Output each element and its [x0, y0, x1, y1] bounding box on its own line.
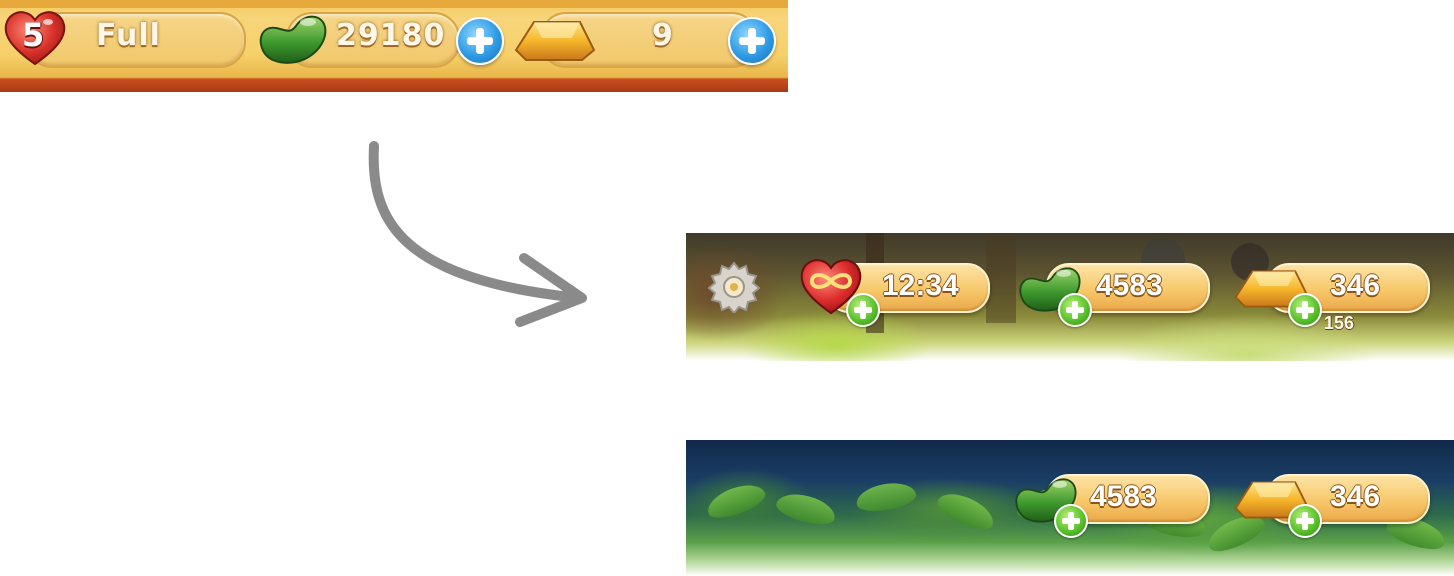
curved-arrow-icon — [360, 140, 600, 340]
background-leaf — [854, 478, 918, 516]
gold-amount: 346 — [1330, 269, 1381, 302]
add-gold-button[interactable] — [728, 17, 776, 65]
add-beans-button[interactable] — [456, 17, 504, 65]
new-currency-bar-forest: 12:34 4583 346 156 — [686, 233, 1454, 361]
gold-amount: 346 — [1330, 480, 1381, 513]
add-lives-button[interactable] — [846, 293, 880, 327]
add-gold-button[interactable] — [1288, 504, 1322, 538]
lives-count: 5 — [22, 16, 46, 54]
add-gold-button[interactable] — [1288, 293, 1322, 327]
beans-amount: 29180 — [336, 18, 446, 53]
lives-status: Full — [96, 18, 161, 53]
lives-timer: 12:34 — [882, 269, 959, 302]
add-beans-button[interactable] — [1054, 504, 1088, 538]
background-leaf — [933, 486, 999, 536]
background-leaf — [773, 488, 839, 530]
beans-amount: 4583 — [1096, 269, 1163, 302]
gold-bar-icon — [512, 16, 598, 64]
beans-amount: 4583 — [1090, 480, 1157, 513]
new-currency-bar-night: 4583 346 — [686, 440, 1454, 576]
gold-amount: 9 — [652, 18, 674, 53]
gear-icon[interactable] — [708, 261, 760, 313]
background-tree — [986, 233, 1016, 323]
background-leaf — [703, 478, 769, 524]
add-beans-button[interactable] — [1058, 293, 1092, 327]
background-number: 156 — [1324, 313, 1355, 333]
green-bean-icon — [256, 8, 328, 66]
old-currency-bar: 5 Full 29180 9 — [0, 0, 788, 92]
